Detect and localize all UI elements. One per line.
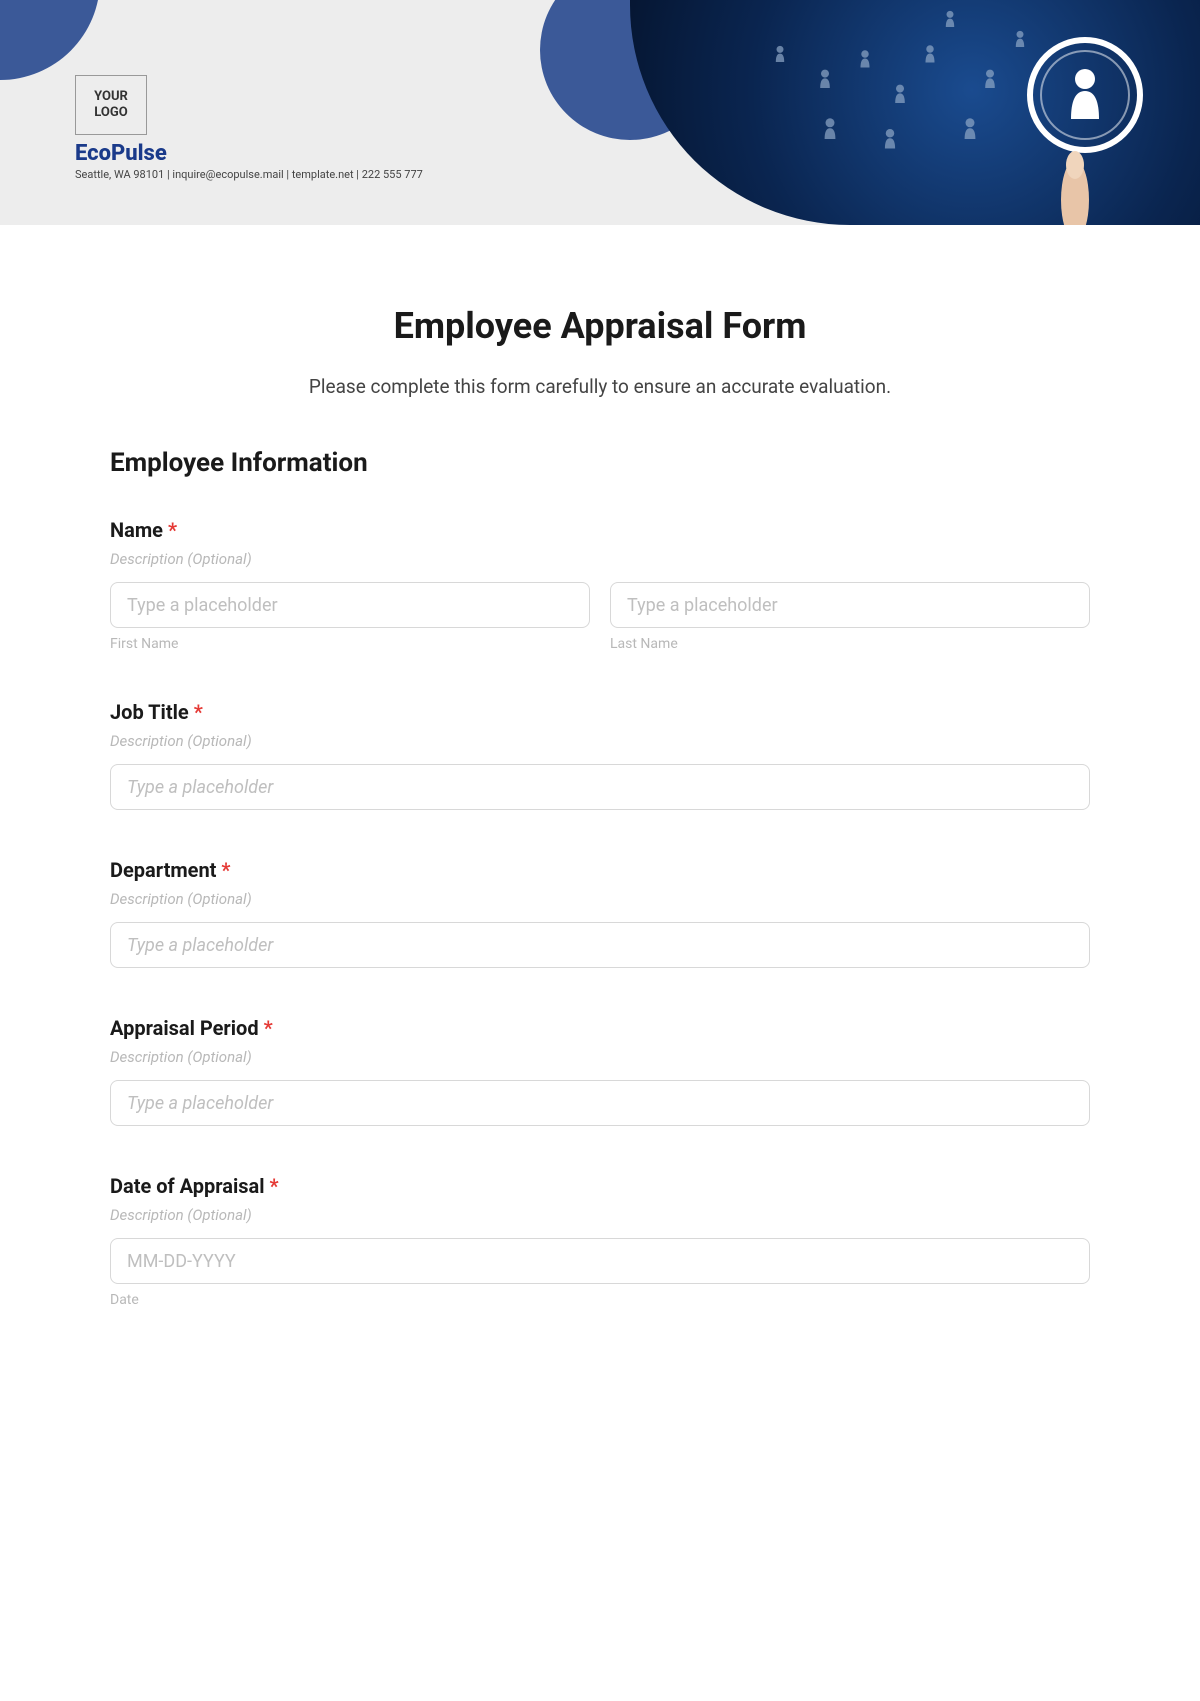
field-label-date: Date of Appraisal * — [110, 1174, 1090, 1198]
label-text: Date of Appraisal — [110, 1174, 265, 1198]
form-content: Employee Appraisal Form Please complete … — [0, 225, 1200, 1396]
tagline: Seattle, WA 98101 | inquire@ecopulse.mai… — [75, 168, 423, 181]
field-date-of-appraisal: Date of Appraisal * Description (Optiona… — [110, 1174, 1090, 1308]
field-desc-appraisal-period: Description (Optional) — [110, 1048, 1090, 1066]
first-name-input[interactable] — [110, 582, 590, 628]
section-title: Employee Information — [110, 448, 1090, 478]
field-desc-job-title: Description (Optional) — [110, 732, 1090, 750]
brand-name: EcoPulse — [75, 141, 423, 166]
job-title-input[interactable] — [110, 764, 1090, 810]
department-input[interactable] — [110, 922, 1090, 968]
corner-decoration — [0, 0, 100, 80]
field-desc-department: Description (Optional) — [110, 890, 1090, 908]
label-text: Department — [110, 858, 216, 882]
required-marker: * — [270, 1174, 279, 1198]
field-label-job-title: Job Title * — [110, 700, 1090, 724]
field-department: Department * Description (Optional) — [110, 858, 1090, 968]
first-name-sublabel: First Name — [110, 636, 590, 652]
header: YOUR LOGO EcoPulse Seattle, WA 98101 | i… — [0, 0, 1200, 225]
required-marker: * — [221, 858, 230, 882]
field-desc-name: Description (Optional) — [110, 550, 1090, 568]
field-appraisal-period: Appraisal Period * Description (Optional… — [110, 1016, 1090, 1126]
logo-block: YOUR LOGO EcoPulse Seattle, WA 98101 | i… — [75, 75, 423, 181]
logo-placeholder: YOUR LOGO — [75, 75, 147, 135]
date-sublabel: Date — [110, 1292, 1090, 1308]
field-job-title: Job Title * Description (Optional) — [110, 700, 1090, 810]
form-subtitle: Please complete this form carefully to e… — [110, 375, 1090, 398]
appraisal-period-input[interactable] — [110, 1080, 1090, 1126]
last-name-sublabel: Last Name — [610, 636, 1090, 652]
label-text: Name — [110, 518, 163, 542]
field-name: Name * Description (Optional) First Name… — [110, 518, 1090, 652]
date-input[interactable] — [110, 1238, 1090, 1284]
label-text: Job Title — [110, 700, 189, 724]
label-text: Appraisal Period — [110, 1016, 259, 1040]
field-label-department: Department * — [110, 858, 1090, 882]
form-title: Employee Appraisal Form — [110, 305, 1090, 347]
required-marker: * — [264, 1016, 273, 1040]
required-marker: * — [168, 518, 177, 542]
hero-image — [630, 0, 1200, 225]
field-label-name: Name * — [110, 518, 1090, 542]
required-marker: * — [194, 700, 203, 724]
people-network-icon — [630, 0, 1200, 225]
field-label-appraisal-period: Appraisal Period * — [110, 1016, 1090, 1040]
last-name-input[interactable] — [610, 582, 1090, 628]
field-desc-date: Description (Optional) — [110, 1206, 1090, 1224]
